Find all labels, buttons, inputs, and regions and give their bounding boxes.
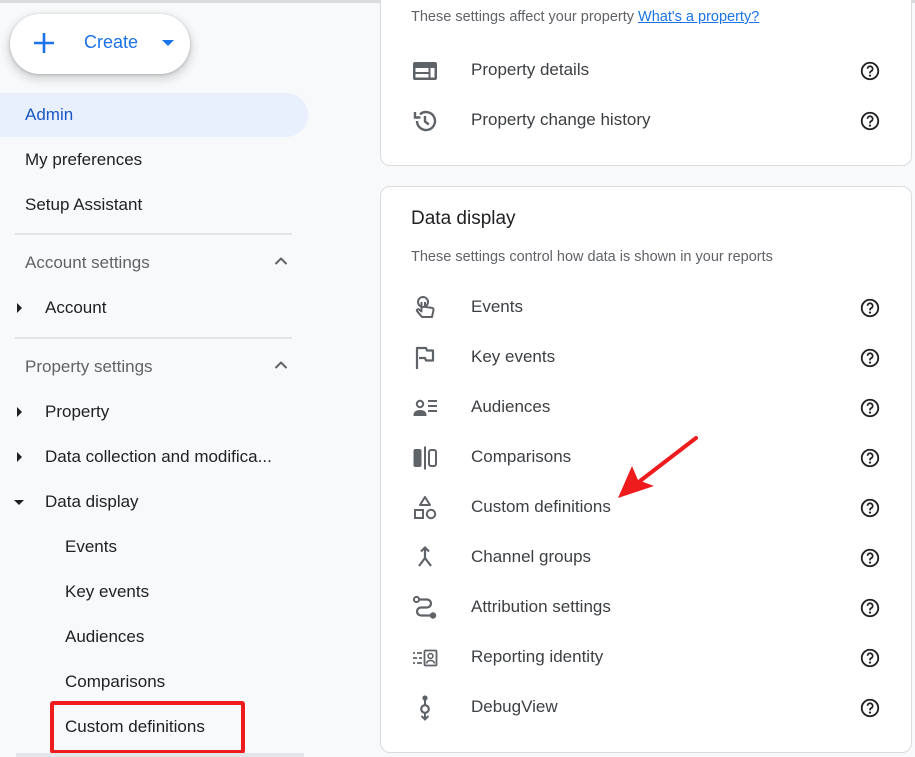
tree-item-data-display[interactable]: Data display <box>0 482 300 522</box>
row-label: Custom definitions <box>471 497 611 516</box>
flag-icon <box>415 346 435 369</box>
row-label: Channel groups <box>471 547 592 566</box>
help-icon[interactable] <box>859 297 881 319</box>
help-icon[interactable] <box>859 347 881 369</box>
row-label: Key events <box>471 347 556 366</box>
audience-icon <box>413 399 437 416</box>
sub-item-custom-definitions[interactable]: Custom definitions <box>0 707 300 747</box>
row-attribution-settings[interactable]: Attribution settings <box>381 585 911 631</box>
divider <box>15 337 292 339</box>
sub-item-label: Comparisons <box>65 672 166 691</box>
tree-item-label: Data display <box>45 492 139 511</box>
sub-item-label: Events <box>65 537 117 556</box>
property-settings-header[interactable]: Property settings <box>0 347 300 387</box>
row-label: Reporting identity <box>471 647 604 666</box>
expand-arrow-icon[interactable] <box>17 303 22 313</box>
merge-icon <box>418 545 432 567</box>
sidebar-item-my-preferences[interactable]: My preferences <box>0 138 142 182</box>
help-icon[interactable] <box>859 597 881 619</box>
route-icon <box>412 595 437 619</box>
expand-arrow-icon[interactable] <box>17 407 22 417</box>
description-text: These settings affect your property <box>411 9 634 25</box>
create-button-label: Create <box>84 32 139 52</box>
tree-item-account[interactable]: Account <box>0 288 300 328</box>
sub-item-comparisons[interactable]: Comparisons <box>0 662 300 702</box>
help-icon[interactable] <box>859 547 881 569</box>
tree-item-data-collection[interactable]: Data collection and modifica... <box>0 437 300 477</box>
touch-icon <box>415 296 435 318</box>
compare-icon <box>413 446 437 470</box>
sidebar-item-admin[interactable]: Admin <box>0 93 308 137</box>
sub-item-audiences[interactable]: Audiences <box>0 617 300 657</box>
row-label: Events <box>471 297 523 316</box>
row-debugview[interactable]: DebugView <box>381 685 911 731</box>
reporting-identity-icon <box>413 649 438 667</box>
row-label: Audiences <box>471 397 551 416</box>
row-property-details[interactable]: Property details <box>381 48 911 94</box>
divider <box>15 233 292 235</box>
tree-item-label: Account <box>45 298 107 317</box>
help-icon[interactable] <box>859 697 881 719</box>
create-button[interactable]: Create <box>10 14 190 74</box>
row-label: Comparisons <box>471 447 572 466</box>
sub-item-events[interactable]: Events <box>0 527 300 567</box>
row-comparisons[interactable]: Comparisons <box>381 435 911 481</box>
help-icon[interactable] <box>859 60 881 82</box>
row-property-change-history[interactable]: Property change history <box>381 98 911 144</box>
sidebar-item-label: Admin <box>25 105 74 124</box>
row-channel-groups[interactable]: Channel groups <box>381 535 911 581</box>
property-details-icon <box>413 62 437 80</box>
shapes-icon <box>414 496 437 520</box>
row-audiences[interactable]: Audiences <box>381 385 911 431</box>
tree-item-label: Property <box>45 402 110 421</box>
card-description: These settings affect your property What… <box>411 9 759 25</box>
help-icon[interactable] <box>859 497 881 519</box>
chevron-up-icon[interactable] <box>274 256 288 266</box>
whats-a-property-link[interactable]: What's a property? <box>638 9 759 25</box>
help-icon[interactable] <box>859 110 881 132</box>
section-heading: Property settings <box>25 357 153 376</box>
account-settings-header[interactable]: Account settings <box>0 243 300 283</box>
expand-arrow-icon[interactable] <box>17 452 22 462</box>
sidebar-item-label: Setup Assistant <box>25 195 143 214</box>
row-reporting-identity[interactable]: Reporting identity <box>381 635 911 681</box>
row-label: Property change history <box>471 110 651 129</box>
data-display-card: Data display These settings control how … <box>380 186 912 753</box>
collapse-arrow-icon[interactable] <box>14 500 24 505</box>
sub-item-label: Audiences <box>65 627 145 646</box>
property-settings-card: These settings affect your property What… <box>380 0 912 166</box>
admin-sidebar: Create Admin My preferences Setup Assist… <box>0 3 320 757</box>
row-label: Attribution settings <box>471 597 611 616</box>
help-icon[interactable] <box>859 447 881 469</box>
row-custom-definitions[interactable]: Custom definitions <box>381 485 911 531</box>
help-icon[interactable] <box>859 397 881 419</box>
row-label: Property details <box>471 60 590 79</box>
tree-item-property[interactable]: Property <box>0 392 300 432</box>
row-label: DebugView <box>471 697 558 716</box>
sub-item-label: Custom definitions <box>65 717 205 736</box>
row-events[interactable]: Events <box>381 285 911 331</box>
card-title: Data display <box>411 208 516 229</box>
sidebar-item-setup-assistant[interactable]: Setup Assistant <box>0 183 142 227</box>
card-description: These settings control how data is shown… <box>411 249 773 265</box>
debug-icon <box>420 695 430 721</box>
row-key-events[interactable]: Key events <box>381 335 911 381</box>
caret-down-icon[interactable] <box>162 40 174 46</box>
sub-item-label: Key events <box>65 582 150 601</box>
sidebar-item-label: My preferences <box>25 150 143 169</box>
section-heading: Account settings <box>25 253 150 272</box>
divider <box>16 753 304 757</box>
help-icon[interactable] <box>859 647 881 669</box>
plus-icon <box>34 33 54 53</box>
tree-item-label: Data collection and modifica... <box>45 447 272 466</box>
chevron-up-icon[interactable] <box>274 360 288 370</box>
sub-item-key-events[interactable]: Key events <box>0 572 300 612</box>
history-icon <box>413 110 437 132</box>
